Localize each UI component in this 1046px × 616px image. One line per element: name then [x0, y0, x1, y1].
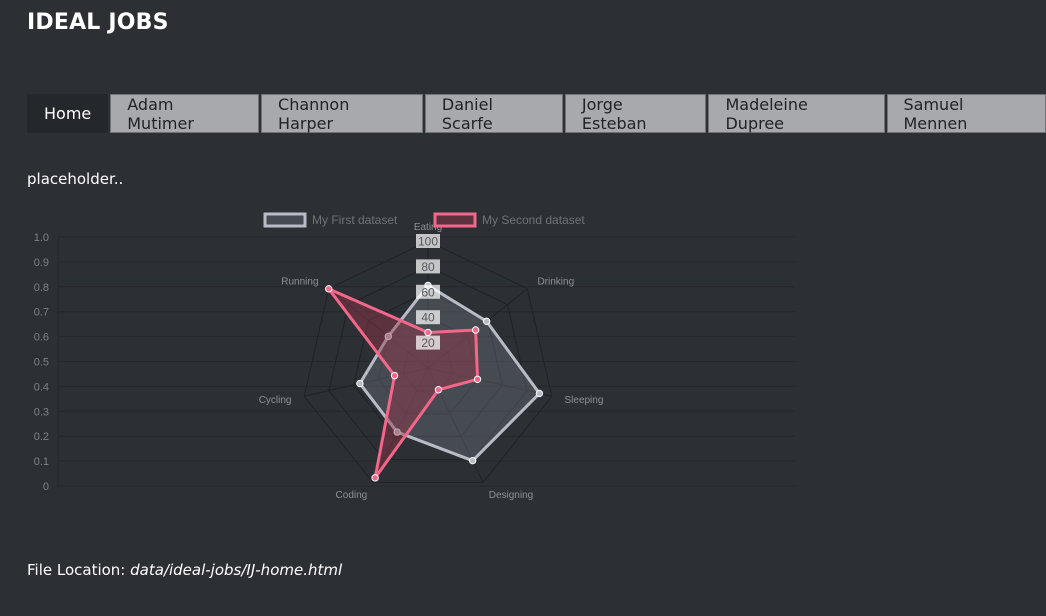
radar-axis-label: Running: [281, 277, 318, 288]
file-location: File Location: data/ideal-jobs/IJ-home.h…: [27, 561, 342, 579]
file-location-label: File Location:: [27, 561, 126, 579]
series-2-point-eating: [424, 328, 432, 337]
placeholder-text: placeholder..: [27, 170, 124, 188]
series-1-point-designing: [468, 456, 477, 465]
chart-area: 0 0.1 0.2 0.3 0.4 0.5 0.6 0.7 0.8 0.9 1.0 20 40 60 80 1…: [0, 200, 820, 505]
series-2-point-sleeping: [473, 375, 482, 384]
tab-madeleine-dupree[interactable]: Madeleine Dupree: [708, 94, 885, 133]
radar-chart: 0 0.1 0.2 0.3 0.4 0.5 0.6 0.7 0.8 0.9 1.0 20 40 60 80 1…: [34, 212, 795, 501]
radar-tick-label: 60: [421, 285, 435, 299]
y-tick-label: 0.7: [34, 307, 49, 319]
tab-channon-harper[interactable]: Channon Harper: [261, 94, 423, 133]
series-1-point-drinking: [482, 317, 491, 325]
file-location-path: data/ideal-jobs/IJ-home.html: [130, 561, 343, 579]
series-1-point-cycling: [356, 379, 364, 388]
y-tick-label: 0.5: [34, 357, 49, 369]
site-title: IDEAL JOBS: [27, 10, 169, 35]
series-2-point-coding: [371, 474, 379, 482]
legend-swatch-series-1: [263, 212, 307, 228]
tab-jorge-esteban[interactable]: Jorge Esteban: [564, 94, 707, 133]
tab-samuel-mennen[interactable]: Samuel Mennen: [886, 94, 1046, 133]
y-tick-label: 0.3: [34, 406, 49, 418]
tab-daniel-scarfe[interactable]: Daniel Scarfe: [424, 94, 563, 133]
legend-label-series-1: My First dataset: [312, 213, 398, 227]
radar-tick-label: 100: [418, 235, 438, 249]
legend-label-series-2: My Second dataset: [482, 213, 585, 227]
tab-adam-mutimer[interactable]: Adam Mutimer: [110, 94, 260, 133]
y-tick-label: 1.0: [34, 232, 49, 244]
y-tick-label: 0.9: [34, 257, 49, 269]
radar-tick-label: 40: [421, 311, 435, 325]
series-2-point-drinking: [471, 326, 480, 334]
series-1-point-sleeping: [535, 389, 544, 398]
series-2-point-cycling: [390, 371, 399, 380]
radar-axis-label: Designing: [489, 490, 533, 500]
radar-tick-label: 80: [421, 260, 435, 274]
y-tick-label: 0: [43, 481, 49, 493]
radar-axis-label: Coding: [336, 490, 368, 500]
tab-bar: Home Adam Mutimer Channon Harper Daniel …: [27, 94, 1046, 133]
radar-axis-label: Sleeping: [564, 395, 603, 406]
tab-home[interactable]: Home: [27, 94, 109, 133]
radar-axis-label: Drinking: [537, 277, 574, 288]
legend-swatch-series-2: [433, 212, 477, 228]
y-tick-label: 0.2: [34, 431, 49, 443]
y-tick-label: 0.6: [34, 332, 49, 344]
y-tick-label: 0.8: [34, 282, 49, 294]
radar-tick-label: 20: [421, 336, 435, 350]
y-tick-label: 0.1: [34, 456, 49, 468]
series-2-point-designing: [434, 386, 443, 394]
series-2-point-running: [325, 285, 333, 293]
radar-axis-label: Cycling: [259, 395, 292, 406]
y-tick-label: 0.4: [34, 381, 49, 393]
